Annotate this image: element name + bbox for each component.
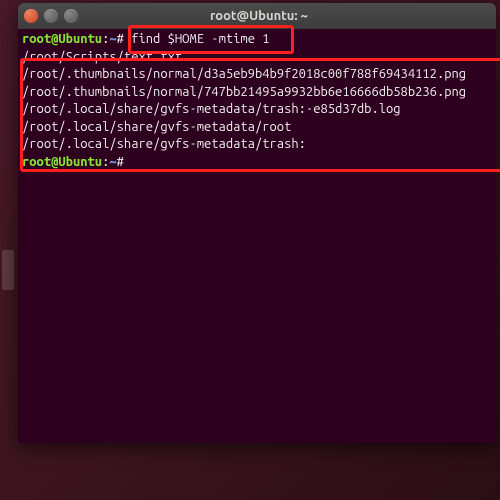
command-text: find $HOME -mtime 1	[131, 32, 269, 46]
output-line: /root/Scripts/text.txt	[22, 49, 492, 67]
desktop-icon-fragment	[2, 250, 14, 290]
prompt-user: root@Ubuntu	[22, 32, 102, 46]
prompt-line-2: root@Ubuntu:~#	[22, 154, 492, 172]
window-controls	[24, 9, 78, 23]
output-line: /root/.local/share/gvfs-metadata/trash:-…	[22, 101, 492, 119]
close-button[interactable]	[24, 9, 38, 23]
output-line: /root/.thumbnails/normal/d3a5eb9b4b9f201…	[22, 66, 492, 84]
titlebar[interactable]: root@Ubuntu: ~	[18, 3, 496, 29]
prompt-path: ~	[109, 32, 116, 46]
window-title: root@Ubuntu: ~	[78, 9, 440, 23]
prompt-line-1: root@Ubuntu:~# find $HOME -mtime 1	[22, 31, 492, 49]
terminal-window: root@Ubuntu: ~ root@Ubuntu:~# find $HOME…	[18, 3, 496, 443]
minimize-button[interactable]	[44, 9, 58, 23]
output-line: /root/.thumbnails/normal/747bb21495a9932…	[22, 84, 492, 102]
prompt-user: root@Ubuntu	[22, 155, 102, 169]
prompt-path: ~	[109, 155, 116, 169]
maximize-button[interactable]	[64, 9, 78, 23]
output-line: /root/.local/share/gvfs-metadata/trash:	[22, 136, 492, 154]
output-line: /root/.local/share/gvfs-metadata/root	[22, 119, 492, 137]
terminal-body[interactable]: root@Ubuntu:~# find $HOME -mtime 1/root/…	[18, 29, 496, 443]
